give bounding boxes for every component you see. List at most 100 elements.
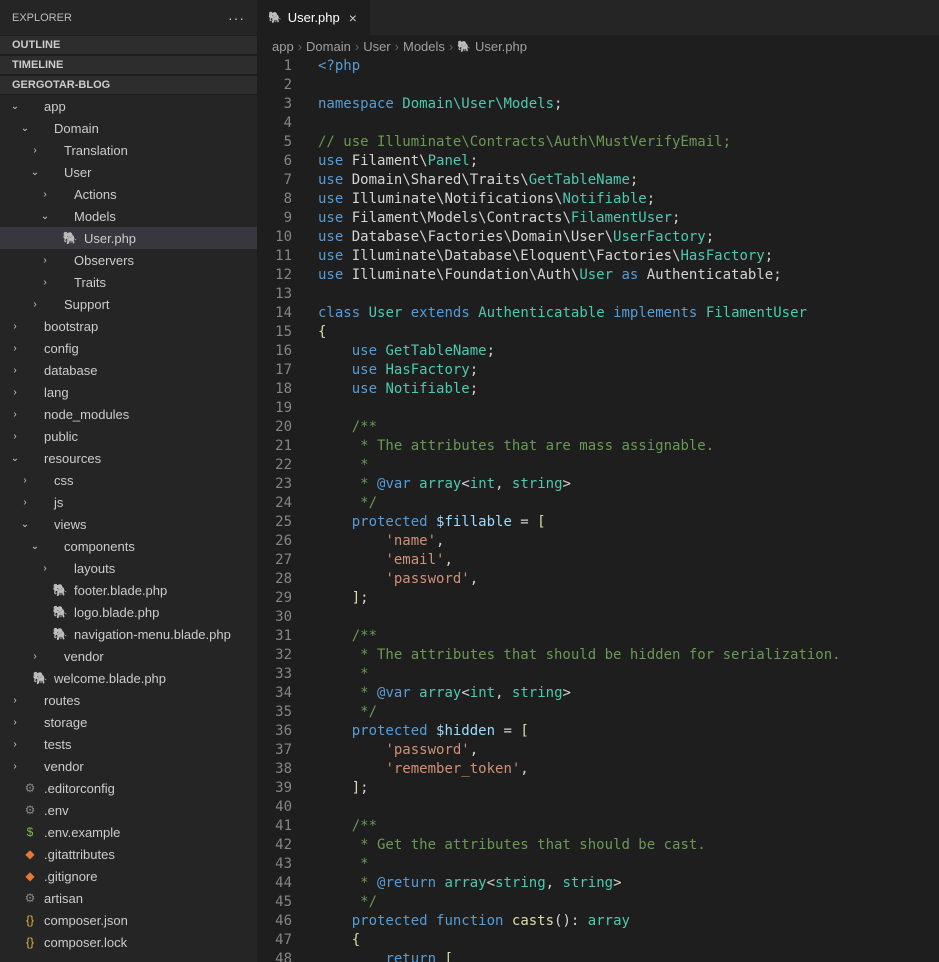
tree-item[interactable]: ›css [0,469,257,491]
tree-item[interactable]: ◆.gitattributes [0,843,257,865]
code-line[interactable]: /** [318,418,939,437]
tree-item[interactable]: 🐘User.php [0,227,257,249]
code-line[interactable]: use HasFactory; [318,361,939,380]
code-line[interactable]: * [318,855,939,874]
code-line[interactable]: 'name', [318,532,939,551]
code-line[interactable]: // use Illuminate\Contracts\Auth\MustVer… [318,133,939,152]
code-line[interactable]: * The attributes that should be hidden f… [318,646,939,665]
code-line[interactable]: ]; [318,779,939,798]
tab-user-php[interactable]: 🐘 User.php × [258,0,371,35]
tree-item[interactable]: ⌄Models [0,205,257,227]
breadcrumb-segment[interactable]: Models [403,39,445,54]
code-line[interactable]: * @var array<int, string> [318,684,939,703]
tree-item[interactable]: ›routes [0,689,257,711]
tree-item[interactable]: ›Support [0,293,257,315]
tree-item[interactable]: 🐘welcome.blade.php [0,667,257,689]
code-line[interactable] [318,798,939,817]
tree-item[interactable]: ⌄components [0,535,257,557]
code-line[interactable]: */ [318,494,939,513]
tree-item[interactable]: ⌄Domain [0,117,257,139]
code-line[interactable]: /** [318,817,939,836]
tree-item[interactable]: ⌄app [0,95,257,117]
project-section[interactable]: GERGOTAR-BLOG [0,75,257,95]
code-line[interactable]: use Illuminate\Database\Eloquent\Factori… [318,247,939,266]
tree-item[interactable]: ›node_modules [0,403,257,425]
tree-item[interactable]: ›tests [0,733,257,755]
code-line[interactable]: ]; [318,589,939,608]
tree-item[interactable]: $.env.example [0,821,257,843]
tree-item[interactable]: ›Translation [0,139,257,161]
code-line[interactable]: use Database\Factories\Domain\User\UserF… [318,228,939,247]
tree-item[interactable]: ⌄views [0,513,257,535]
tree-item[interactable]: ›vendor [0,755,257,777]
code-line[interactable]: class User extends Authenticatable imple… [318,304,939,323]
tree-item[interactable]: ◆.gitignore [0,865,257,887]
code-line[interactable] [318,285,939,304]
code-line[interactable]: * [318,665,939,684]
code-line[interactable] [318,114,939,133]
tree-item[interactable]: {}composer.lock [0,931,257,953]
outline-section[interactable]: OUTLINE [0,35,257,55]
code-editor[interactable]: 1234567891011121314151617181920212223242… [258,57,939,962]
timeline-section[interactable]: TIMELINE [0,55,257,75]
tree-item[interactable]: ›public [0,425,257,447]
code-line[interactable]: use Filament\Panel; [318,152,939,171]
tree-item[interactable]: ›config [0,337,257,359]
code-line[interactable]: * The attributes that are mass assignabl… [318,437,939,456]
more-icon[interactable]: ··· [228,10,245,26]
breadcrumb-segment[interactable]: Domain [306,39,351,54]
tree-item[interactable]: 🐘navigation-menu.blade.php [0,623,257,645]
breadcrumb-segment[interactable]: User.php [475,39,527,54]
code-line[interactable]: */ [318,703,939,722]
tree-item[interactable]: {}composer.json [0,909,257,931]
code-line[interactable] [318,608,939,627]
code-line[interactable]: use Filament\Models\Contracts\FilamentUs… [318,209,939,228]
code-line[interactable]: use Illuminate\Notifications\Notifiable; [318,190,939,209]
close-icon[interactable]: × [346,10,360,26]
tree-item[interactable]: ›js [0,491,257,513]
tree-item[interactable]: ›vendor [0,645,257,667]
tree-item[interactable]: ⚙artisan [0,887,257,909]
code-line[interactable]: * @return array<string, string> [318,874,939,893]
code-line[interactable]: protected $fillable = [ [318,513,939,532]
code-line[interactable]: use Illuminate\Foundation\Auth\User as A… [318,266,939,285]
breadcrumb[interactable]: app›Domain›User›Models›🐘User.php [258,35,939,57]
code-line[interactable]: use Notifiable; [318,380,939,399]
tree-item[interactable]: ›Traits [0,271,257,293]
tree-item[interactable]: ›Actions [0,183,257,205]
tree-item[interactable]: ›Observers [0,249,257,271]
code-line[interactable]: * Get the attributes that should be cast… [318,836,939,855]
code-line[interactable]: 'password', [318,570,939,589]
code-line[interactable]: /** [318,627,939,646]
tree-item[interactable]: ›database [0,359,257,381]
code-line[interactable]: { [318,931,939,950]
code-line[interactable]: use Domain\Shared\Traits\GetTableName; [318,171,939,190]
code-line[interactable]: use GetTableName; [318,342,939,361]
tree-item[interactable]: ›layouts [0,557,257,579]
code-line[interactable]: <?php [318,57,939,76]
code-line[interactable]: * @var array<int, string> [318,475,939,494]
tree-item[interactable]: ›lang [0,381,257,403]
code-line[interactable]: namespace Domain\User\Models; [318,95,939,114]
code-line[interactable]: protected function casts(): array [318,912,939,931]
code-line[interactable]: { [318,323,939,342]
code-content[interactable]: <?php namespace Domain\User\Models; // u… [308,57,939,962]
code-line[interactable]: 'email', [318,551,939,570]
tree-item[interactable]: ⌄User [0,161,257,183]
tree-item[interactable]: ›bootstrap [0,315,257,337]
code-line[interactable]: 'password', [318,741,939,760]
code-line[interactable]: protected $hidden = [ [318,722,939,741]
tree-item[interactable]: 🐘footer.blade.php [0,579,257,601]
code-line[interactable]: return [ [318,950,939,962]
tree-item[interactable]: ⌄resources [0,447,257,469]
breadcrumb-segment[interactable]: User [363,39,390,54]
code-line[interactable]: 'remember_token', [318,760,939,779]
breadcrumb-segment[interactable]: app [272,39,294,54]
tree-item[interactable]: ›storage [0,711,257,733]
tree-item[interactable]: 🐘logo.blade.php [0,601,257,623]
code-line[interactable] [318,76,939,95]
code-line[interactable]: * [318,456,939,475]
tree-item[interactable]: ⚙.env [0,799,257,821]
code-line[interactable] [318,399,939,418]
code-line[interactable]: */ [318,893,939,912]
